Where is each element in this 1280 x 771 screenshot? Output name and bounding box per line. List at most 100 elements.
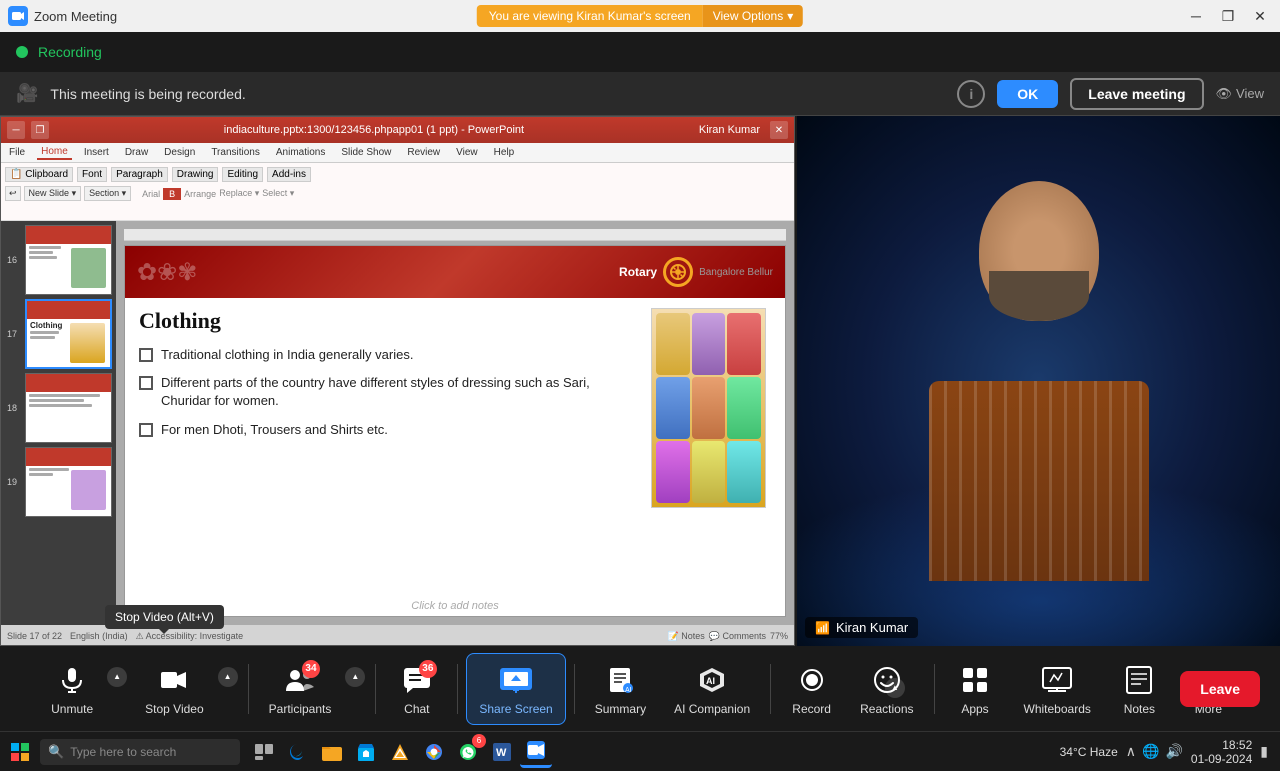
slide-thumb-19[interactable] — [25, 447, 112, 517]
file-explorer-button[interactable] — [316, 736, 348, 768]
network-icon[interactable]: 🌐 — [1142, 743, 1159, 760]
whiteboards-button[interactable]: Whiteboards — [1012, 654, 1103, 724]
participants-arrow[interactable]: ▲ — [345, 667, 365, 687]
summary-button[interactable]: AI Summary — [583, 654, 658, 724]
zoom-taskbar-button[interactable] — [520, 736, 552, 768]
view-toggle-button[interactable]: 👁 View — [1216, 86, 1264, 102]
start-button[interactable] — [4, 736, 36, 768]
taskview-button[interactable] — [248, 736, 280, 768]
ribbon-view[interactable]: View — [452, 146, 482, 159]
video-icon — [156, 662, 192, 698]
notes-btn[interactable]: 📝 Notes — [668, 631, 705, 642]
ppt-minimize[interactable]: ─ — [7, 121, 25, 139]
close-button[interactable]: ✕ — [1248, 4, 1272, 28]
ribbon-home[interactable]: Home — [37, 145, 72, 160]
leave-meeting-notice-button[interactable]: Leave meeting — [1070, 78, 1203, 110]
taskbar-time-display[interactable]: 18:52 01-09-2024 — [1191, 738, 1252, 766]
ribbon-draw[interactable]: Draw — [121, 146, 152, 159]
store-button[interactable] — [350, 736, 382, 768]
toolbar: Unmute ▲ Stop Video ▲ 34 Participants ▲ — [0, 646, 1280, 731]
ribbon-insert[interactable]: Insert — [80, 146, 113, 159]
show-hidden-icon[interactable]: ∧ — [1126, 743, 1136, 760]
reactions-button[interactable]: ▲ Reactions — [848, 654, 925, 724]
toolbar-bold: B — [163, 188, 181, 200]
notice-bar: 🎥 This meeting is being recorded. i OK L… — [0, 72, 1280, 116]
toolbar-editing[interactable]: Editing — [222, 167, 263, 182]
apps-button[interactable]: Apps — [943, 654, 1008, 724]
show-desktop-icon[interactable]: ▮ — [1260, 743, 1268, 760]
ribbon-review[interactable]: Review — [403, 146, 444, 159]
summary-label: Summary — [595, 702, 646, 716]
ppt-restore[interactable]: ❐ — [31, 121, 49, 139]
chat-button[interactable]: 36 Chat — [384, 654, 449, 724]
slide-thumb-16[interactable] — [25, 225, 112, 295]
leave-button[interactable]: Leave — [1180, 671, 1260, 707]
sari-fig-8 — [692, 441, 726, 503]
toolbar-font-name: Arial — [142, 189, 160, 199]
chrome-button[interactable] — [418, 736, 450, 768]
language-label: English (India) — [70, 631, 128, 641]
ribbon-design[interactable]: Design — [160, 146, 199, 159]
slide-body: Clothing Traditional clothing in India g… — [125, 298, 785, 518]
toolbar-clipboard[interactable]: 📋 Clipboard — [5, 167, 73, 182]
minimize-button[interactable]: ─ — [1184, 4, 1208, 28]
summary-icon: AI — [602, 662, 638, 698]
stop-video-label: Stop Video — [145, 702, 204, 716]
word-button[interactable]: W — [486, 736, 518, 768]
slide-thumb-17-container: 17 Clothing — [25, 299, 112, 369]
toolbar-drawing[interactable]: Drawing — [172, 167, 219, 182]
taskbar-apps: 6 W — [248, 736, 552, 768]
toolbar-font[interactable]: Font — [77, 167, 107, 182]
share-screen-button[interactable]: Share Screen — [466, 653, 565, 725]
svg-text:AI: AI — [706, 676, 715, 686]
volume-icon[interactable]: 🔊 — [1165, 743, 1182, 760]
stop-video-button[interactable]: Stop Video — [133, 654, 216, 724]
divider-5 — [770, 664, 771, 714]
slide-count: Slide 17 of 22 — [7, 631, 62, 641]
info-button[interactable]: i — [957, 80, 985, 108]
share-screen-label: Share Screen — [479, 702, 552, 716]
slide-thumb-17[interactable]: Clothing — [25, 299, 112, 369]
ppt-body: 16 17 — [1, 221, 794, 625]
edge-browser-button[interactable] — [282, 736, 314, 768]
unmute-arrow[interactable]: ▲ — [107, 667, 127, 687]
ribbon-help[interactable]: Help — [490, 146, 519, 159]
chevron-down-icon: ▾ — [787, 9, 793, 23]
whatsapp-button[interactable]: 6 — [452, 736, 484, 768]
participants-button[interactable]: 34 Participants — [257, 654, 344, 724]
toolbar-addins[interactable]: Add-ins — [267, 167, 311, 182]
record-button[interactable]: Record — [779, 654, 844, 724]
ppt-close[interactable]: ✕ — [770, 121, 788, 139]
restore-button[interactable]: ❐ — [1216, 4, 1240, 28]
sari-fig-6 — [727, 377, 761, 439]
ai-companion-button[interactable]: AI AI Companion — [662, 654, 762, 724]
toolbar-select: Select ▾ — [262, 188, 294, 199]
ribbon-slideshow[interactable]: Slide Show — [337, 146, 395, 159]
toolbar-paragraph[interactable]: Paragraph — [111, 167, 168, 182]
slide-thumb-18-container: 18 — [25, 373, 112, 443]
taskbar-search[interactable]: 🔍 Type here to search — [40, 739, 240, 765]
ribbon-animations[interactable]: Animations — [272, 146, 329, 159]
status-bar-right: 📝 Notes 💬 Comments 77% — [668, 631, 788, 642]
view-icon: 👁 — [1216, 86, 1233, 102]
unmute-button[interactable]: Unmute — [39, 654, 105, 724]
slide-thumb-18[interactable] — [25, 373, 112, 443]
notes-button[interactable]: Notes — [1107, 654, 1172, 724]
reactions-arrow[interactable]: ▲ — [885, 678, 905, 698]
video-arrow[interactable]: ▲ — [218, 667, 238, 687]
ok-button[interactable]: OK — [997, 80, 1058, 108]
divider-6 — [934, 664, 935, 714]
recording-dot — [16, 46, 28, 58]
ribbon-transitions[interactable]: Transitions — [207, 146, 264, 159]
comments-btn[interactable]: 💬 Comments — [709, 631, 766, 642]
ribbon-file[interactable]: File — [5, 146, 29, 159]
whiteboards-icon — [1039, 662, 1075, 698]
main-content: ─ ❐ indiaculture.pptx:1300/123456.phpapp… — [0, 116, 1280, 646]
add-notes-area[interactable]: Click to add notes — [411, 600, 498, 612]
vlc-button[interactable] — [384, 736, 416, 768]
view-options-button[interactable]: View Options ▾ — [703, 5, 804, 27]
toolbar-section: Section ▾ — [84, 186, 131, 201]
slide-header: ✿❀✾ Rotary — [125, 246, 785, 298]
record-notice-icon: 🎥 — [16, 83, 38, 104]
slide-bullet-1: Traditional clothing in India generally … — [139, 346, 641, 364]
